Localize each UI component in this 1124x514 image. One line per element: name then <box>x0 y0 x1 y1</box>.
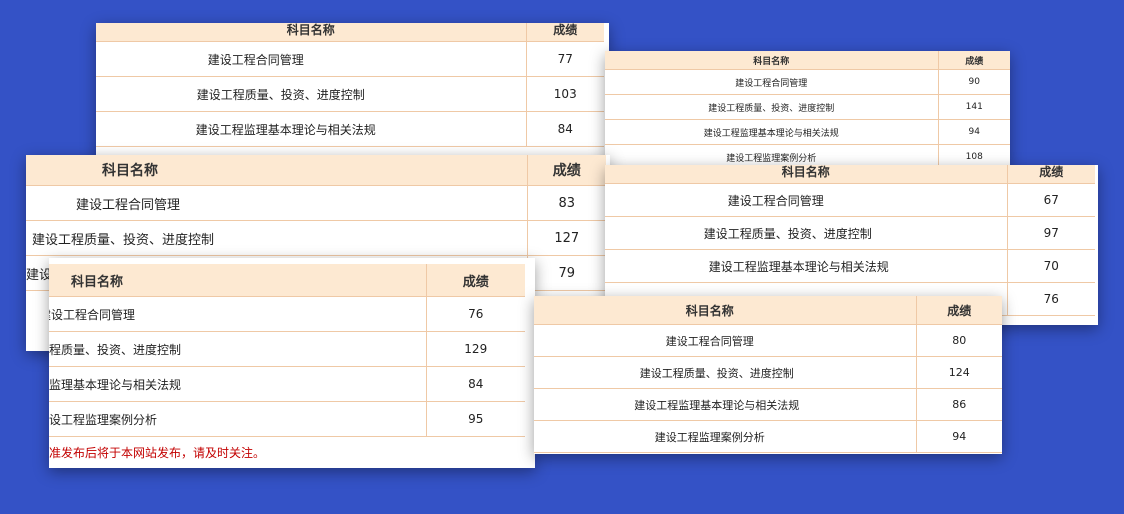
subject-column-header: 科目名称 <box>49 264 426 297</box>
subject-column-header: 科目名称 <box>26 155 527 186</box>
score-cell: 129 <box>425 331 525 367</box>
table-row: 建设工程合同管理 77 <box>96 41 604 77</box>
score-cell: 124 <box>915 356 1002 389</box>
score-cell: 94 <box>937 119 1010 145</box>
table-header-row: 科目名称 成绩 <box>605 165 1095 184</box>
table-row: 建设工程监理案例分析 94 <box>534 420 1002 453</box>
table-row: 建设工程合同管理 90 <box>605 69 1010 95</box>
score-column-header: 成绩 <box>425 264 525 297</box>
score-table-card: 科目名称 成绩 建设工程合同管理 80 建设工程质量、投资、进度控制 124 建… <box>534 296 1002 454</box>
subject-cell: 建设工程监理案例分析 <box>534 420 916 453</box>
score-cell: 86 <box>915 388 1002 421</box>
score-cell: 90 <box>937 69 1010 95</box>
score-cell: 95 <box>425 401 525 437</box>
score-table-card: 科目名称 成绩 建设工程合同管理 76 程质量、投资、进度控制 129 监理基本… <box>49 258 535 468</box>
subject-cell: 设工程监理案例分析 <box>49 401 426 437</box>
table-row: 建设工程质量、投资、进度控制 97 <box>605 216 1095 250</box>
table-row: 建设工程监理案例分析 108 <box>605 144 1010 166</box>
subject-cell: 建设工程质量、投资、进度控制 <box>96 76 526 112</box>
score-cell: 83 <box>526 185 606 221</box>
score-cell: 127 <box>526 220 606 256</box>
score-cell: 84 <box>525 111 604 147</box>
table-row: 建设工程质量、投资、进度控制 127 <box>26 220 606 256</box>
subject-cell: 建设工程合同管理 <box>605 69 938 95</box>
table-row: 程质量、投资、进度控制 129 <box>49 331 525 367</box>
score-column-header: 成绩 <box>526 155 606 186</box>
subject-cell: 建设工程监理案例分析 <box>605 144 938 166</box>
table-header-row: 科目名称 成绩 <box>26 155 606 186</box>
table-row: 建设工程监理基本理论与相关法规 84 <box>96 111 604 147</box>
score-table: 科目名称 成绩 建设工程合同管理 77 建设工程质量、投资、进度控制 103 建… <box>96 23 604 147</box>
subject-cell: 建设工程质量、投资、进度控制 <box>26 220 527 256</box>
subject-cell: 建设工程监理基本理论与相关法规 <box>534 388 916 421</box>
score-column-header: 成绩 <box>1006 165 1095 184</box>
table-row: 设工程监理案例分析 95 <box>49 401 525 437</box>
score-cell: 97 <box>1006 216 1095 250</box>
subject-column-header: 科目名称 <box>605 165 1007 184</box>
subject-cell: 建设工程合同管理 <box>96 41 526 77</box>
table-header-row: 科目名称 成绩 <box>534 296 1002 325</box>
score-cell: 67 <box>1006 183 1095 217</box>
subject-cell: 程质量、投资、进度控制 <box>49 331 426 367</box>
table-row: 建设工程质量、投资、进度控制 124 <box>534 356 1002 389</box>
score-table-card: 科目名称 成绩 建设工程合同管理 90 建设工程质量、投资、进度控制 141 建… <box>605 51 1010 166</box>
release-notice: 准发布后将于本网站发布，请及时关注。 <box>49 446 266 460</box>
table-row: 建设工程合同管理 83 <box>26 185 606 221</box>
score-column-header: 成绩 <box>525 23 604 42</box>
score-cell: 76 <box>425 296 525 332</box>
subject-cell: 建设工程合同管理 <box>534 324 916 357</box>
table-row: 建设工程监理基本理论与相关法规 70 <box>605 249 1095 283</box>
subject-column-header: 科目名称 <box>534 296 916 325</box>
subject-column-header: 科目名称 <box>96 23 526 42</box>
score-cell: 79 <box>526 255 606 291</box>
score-cell: 70 <box>1006 249 1095 283</box>
table-row: 建设工程合同管理 76 <box>49 296 525 332</box>
table-header-row: 科目名称 成绩 <box>605 51 1010 70</box>
subject-column-header: 科目名称 <box>605 51 938 70</box>
table-row: 建设工程监理基本理论与相关法规 94 <box>605 119 1010 145</box>
score-table: 科目名称 成绩 建设工程合同管理 76 程质量、投资、进度控制 129 监理基本… <box>49 264 525 437</box>
score-column-header: 成绩 <box>915 296 1002 325</box>
score-table-card: 科目名称 成绩 建设工程合同管理 77 建设工程质量、投资、进度控制 103 建… <box>96 23 609 163</box>
table-row: 建设工程合同管理 67 <box>605 183 1095 217</box>
subject-cell: 建设工程监理基本理论与相关法规 <box>96 111 526 147</box>
table-row: 建设工程质量、投资、进度控制 141 <box>605 94 1010 120</box>
score-cell: 94 <box>915 420 1002 453</box>
table-header-row: 科目名称 成绩 <box>96 23 604 42</box>
table-row: 建设工程合同管理 80 <box>534 324 1002 357</box>
score-cell: 80 <box>915 324 1002 357</box>
score-cell: 108 <box>937 144 1010 166</box>
subject-cell: 建设工程合同管理 <box>605 183 1007 217</box>
score-cell: 76 <box>1006 282 1095 316</box>
score-cell: 77 <box>525 41 604 77</box>
score-cell: 141 <box>937 94 1010 120</box>
subject-cell: 建设工程质量、投资、进度控制 <box>605 94 938 120</box>
score-column-header: 成绩 <box>937 51 1010 70</box>
table-header-row: 科目名称 成绩 <box>49 264 525 297</box>
subject-cell: 建设工程质量、投资、进度控制 <box>534 356 916 389</box>
score-table: 科目名称 成绩 建设工程合同管理 80 建设工程质量、投资、进度控制 124 建… <box>534 296 1002 453</box>
subject-cell: 建设工程监理基本理论与相关法规 <box>605 249 1007 283</box>
score-table: 科目名称 成绩 建设工程合同管理 90 建设工程质量、投资、进度控制 141 建… <box>605 51 1010 166</box>
score-cell: 103 <box>525 76 604 112</box>
table-row: 建设工程监理基本理论与相关法规 86 <box>534 388 1002 421</box>
table-row: 建设工程质量、投资、进度控制 103 <box>96 76 604 112</box>
subject-cell: 建设工程监理基本理论与相关法规 <box>605 119 938 145</box>
subject-cell: 监理基本理论与相关法规 <box>49 366 426 402</box>
table-row: 监理基本理论与相关法规 84 <box>49 366 525 402</box>
score-cell: 84 <box>425 366 525 402</box>
subject-cell: 建设工程合同管理 <box>26 185 527 221</box>
score-table: 科目名称 成绩 建设工程合同管理 67 建设工程质量、投资、进度控制 97 建设… <box>605 165 1095 316</box>
subject-cell: 建设工程质量、投资、进度控制 <box>605 216 1007 250</box>
subject-cell: 建设工程合同管理 <box>49 296 426 332</box>
